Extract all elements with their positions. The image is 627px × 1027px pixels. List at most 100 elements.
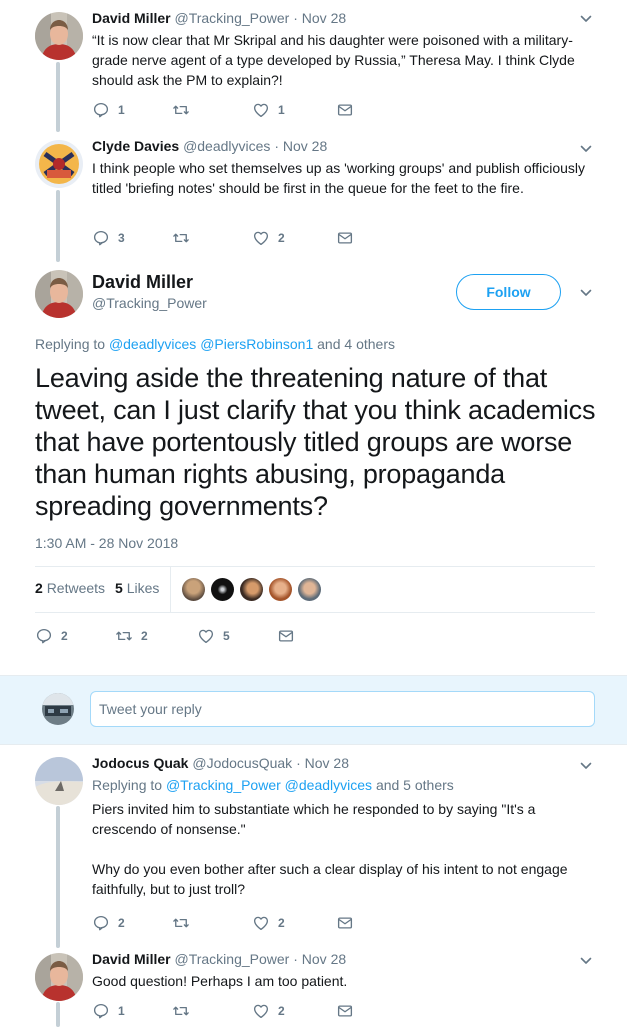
message-button[interactable] [336, 914, 354, 932]
tweet-date[interactable]: Nov 28 [302, 951, 346, 967]
tweet-text: “It is now clear that Mr Skripal and his… [92, 32, 575, 88]
like-button[interactable]: 2 [252, 914, 336, 932]
heart-icon [252, 1002, 270, 1020]
divider [35, 566, 595, 567]
like-count: 2 [278, 916, 285, 930]
tweet-timestamp[interactable]: 1:30 AM - 28 Nov 2018 [35, 535, 178, 551]
message-button[interactable] [336, 229, 354, 247]
chevron-down-icon[interactable] [579, 286, 593, 300]
tweet-text: Piers invited him to substantiate which … [92, 801, 568, 897]
reply-count: 3 [118, 231, 125, 245]
avatar[interactable] [35, 140, 83, 188]
tweet-date[interactable]: Nov 28 [302, 10, 346, 26]
avatar[interactable] [42, 693, 74, 725]
avatar[interactable] [182, 578, 205, 601]
heart-icon [252, 101, 270, 119]
tweet-text: Good question! Perhaps I am too patient. [92, 973, 348, 989]
separator-dot: · [296, 755, 301, 771]
author-handle[interactable]: @Tracking_Power [92, 295, 207, 311]
follow-button[interactable]: Follow [456, 274, 561, 310]
divider [35, 612, 595, 613]
reply-icon [92, 1002, 110, 1020]
like-count: 2 [278, 231, 285, 245]
like-button[interactable]: 1 [252, 101, 336, 119]
separator-dot: · [293, 951, 298, 967]
message-button[interactable] [336, 101, 354, 119]
author-name[interactable]: David Miller [92, 272, 193, 293]
reply-button[interactable]: 1 [92, 1002, 172, 1020]
separator-dot: · [293, 10, 298, 26]
mention-link[interactable]: @deadlyvices [109, 336, 196, 352]
retweet-button[interactable] [172, 1002, 252, 1020]
reply-count: 2 [118, 916, 125, 930]
avatar[interactable] [35, 12, 83, 60]
author-name[interactable]: Jodocus Quak [92, 755, 188, 771]
retweet-button[interactable] [172, 101, 252, 119]
separator-dot: · [274, 138, 279, 154]
author-name[interactable]: David Miller [92, 951, 171, 967]
author-name[interactable]: Clyde Davies [92, 138, 179, 154]
message-button[interactable] [277, 627, 295, 645]
retweet-icon [172, 229, 190, 247]
reply-input[interactable]: Tweet your reply [90, 691, 595, 727]
retweet-count: 2 [141, 629, 148, 643]
others-link[interactable]: and 4 others [317, 336, 395, 352]
retweet-button[interactable]: 2 [115, 627, 197, 645]
retweet-button[interactable] [172, 229, 252, 247]
author-handle[interactable]: @Tracking_Power [174, 10, 289, 26]
reply-icon [35, 627, 53, 645]
reply-icon [92, 229, 110, 247]
avatar[interactable] [269, 578, 292, 601]
like-button[interactable]: 5 [197, 627, 277, 645]
retweet-icon [115, 627, 133, 645]
tweet[interactable]: David Miller @Tracking_Power · Nov 28 Go… [0, 940, 627, 1027]
envelope-icon [336, 914, 354, 932]
like-count: 1 [278, 103, 285, 117]
like-button[interactable]: 2 [252, 1002, 336, 1020]
reply-button[interactable]: 2 [92, 914, 172, 932]
avatar[interactable] [211, 578, 234, 601]
likes-stat[interactable]: 5 Likes [115, 580, 159, 596]
mention-link[interactable]: @deadlyvices [285, 777, 372, 793]
author-handle[interactable]: @JodocusQuak [192, 755, 292, 771]
envelope-icon [336, 1002, 354, 1020]
like-button[interactable]: 2 [252, 229, 336, 247]
mention-link[interactable]: @PiersRobinson1 [200, 336, 313, 352]
reply-button[interactable]: 3 [92, 229, 172, 247]
tweet[interactable]: Clyde Davies @deadlyvices · Nov 28 I thi… [0, 130, 627, 260]
tweet-date[interactable]: Nov 28 [283, 138, 327, 154]
avatar[interactable] [35, 953, 83, 1001]
envelope-icon [336, 101, 354, 119]
tweet[interactable]: David Miller @Tracking_Power · Nov 28 “I… [0, 0, 627, 130]
tweet-text: I think people who set themselves up as … [92, 160, 586, 196]
retweet-icon [172, 101, 190, 119]
avatar[interactable] [298, 578, 321, 601]
mention-link[interactable]: @Tracking_Power [166, 777, 281, 793]
heart-icon [252, 229, 270, 247]
replying-to: Replying to @deadlyvices @PiersRobinson1… [35, 336, 395, 352]
avatar[interactable] [35, 757, 83, 805]
author-name[interactable]: David Miller [92, 10, 171, 26]
avatar[interactable] [240, 578, 263, 601]
like-count: 2 [278, 1004, 285, 1018]
avatar[interactable] [35, 270, 83, 318]
others-link[interactable]: and 5 others [376, 777, 454, 793]
author-handle[interactable]: @deadlyvices [183, 138, 270, 154]
heart-icon [252, 914, 270, 932]
engagement-stats: 2 Retweets 5 Likes [35, 580, 159, 596]
retweet-button[interactable] [172, 914, 252, 932]
author-handle[interactable]: @Tracking_Power [174, 951, 289, 967]
envelope-icon [277, 627, 295, 645]
replying-to: Replying to @Tracking_Power @deadlyvices… [92, 777, 454, 793]
liker-avatars [182, 578, 327, 601]
retweets-stat[interactable]: 2 Retweets [35, 580, 105, 596]
reply-button[interactable]: 1 [92, 101, 172, 119]
tweet-text: Leaving aside the threatening nature of … [35, 363, 596, 521]
like-count: 5 [223, 629, 230, 643]
message-button[interactable] [336, 1002, 354, 1020]
tweet[interactable]: Jodocus Quak @JodocusQuak · Nov 28 Reply… [0, 745, 627, 940]
reply-button[interactable]: 2 [35, 627, 115, 645]
tweet-date[interactable]: Nov 28 [305, 755, 349, 771]
heart-icon [197, 627, 215, 645]
reply-count: 2 [61, 629, 68, 643]
